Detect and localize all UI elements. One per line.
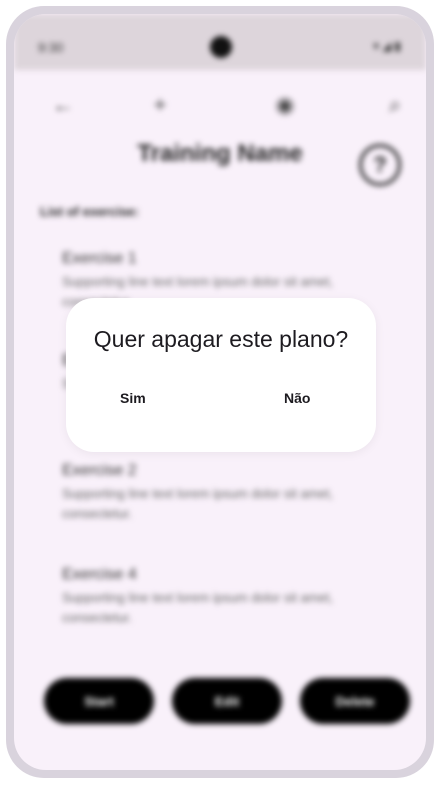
add-icon[interactable]: + bbox=[145, 90, 175, 120]
signal-battery-icon: ▾◢▮ bbox=[373, 39, 404, 53]
exercise-title: Exercise 1 bbox=[62, 250, 137, 267]
dialog-title: Quer apagar este plano? bbox=[93, 326, 349, 352]
status-time: 9:30 bbox=[38, 40, 64, 55]
exercise-list-label: List of exercise: bbox=[40, 204, 139, 219]
exercise-title: Exercise 4 bbox=[62, 566, 137, 583]
delete-button[interactable]: Delete bbox=[300, 678, 410, 724]
confirm-button[interactable]: Sim bbox=[114, 386, 152, 410]
start-button[interactable]: Start bbox=[44, 678, 154, 724]
exercise-supporting-text: Supporting line text lorem ipsum dolor s… bbox=[62, 486, 333, 521]
delete-confirm-dialog: Quer apagar este plano? Sim Não bbox=[66, 298, 376, 452]
exercise-supporting-text: Supporting line text lorem ipsum dolor s… bbox=[62, 590, 333, 625]
search-icon[interactable]: ⌕ bbox=[380, 90, 410, 120]
edit-button[interactable]: Edit bbox=[172, 678, 282, 724]
camera-cutout bbox=[210, 36, 232, 58]
profile-icon[interactable]: ◉ bbox=[270, 90, 300, 120]
back-arrow-icon[interactable]: ← bbox=[48, 90, 78, 120]
top-app-bar: ← + ◉ ⌕ bbox=[14, 90, 426, 120]
status-bar: 9:30 ▾◢▮ bbox=[14, 14, 426, 70]
help-icon[interactable]: ? bbox=[359, 144, 401, 186]
cancel-button[interactable]: Não bbox=[278, 386, 316, 410]
list-item[interactable]: Exercise 2 Supporting line text lorem ip… bbox=[62, 462, 382, 524]
list-item[interactable]: Exercise 4 Supporting line text lorem ip… bbox=[62, 566, 382, 628]
exercise-title: Exercise 2 bbox=[62, 462, 137, 479]
